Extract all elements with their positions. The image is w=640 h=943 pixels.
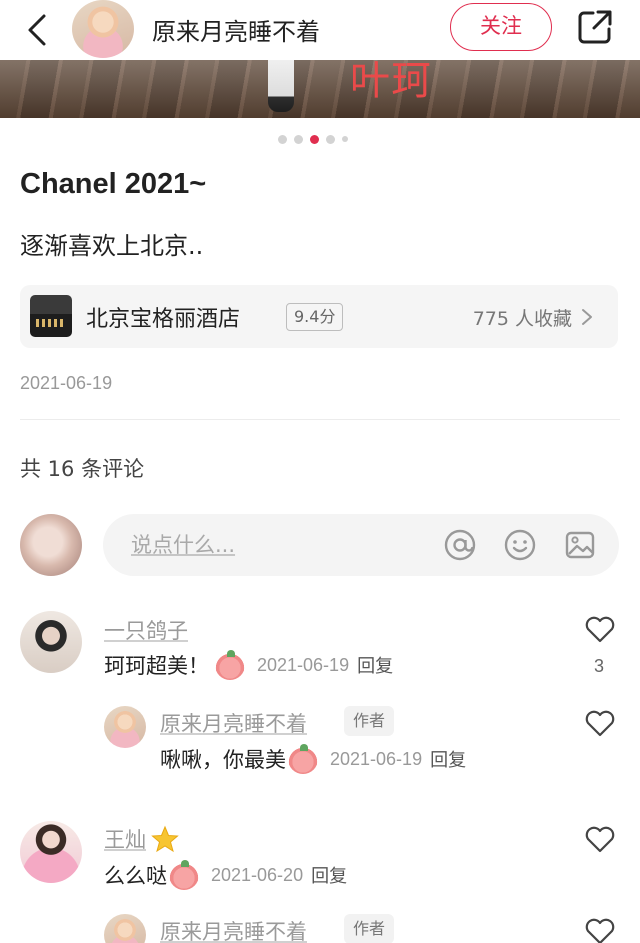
like-count: 3 (594, 656, 605, 676)
comment-text-row: 么么哒 2021-06-20 回复 (104, 860, 347, 890)
place-card[interactable]: 北京宝格丽酒店 9.4分 775 人收藏 (20, 285, 618, 348)
smiley-icon[interactable] (503, 528, 537, 562)
post-date: 2021-06-19 (20, 373, 113, 393)
comment-input-box[interactable] (103, 514, 619, 576)
top-bar: 原来月亮睡不着 关注 (0, 0, 640, 60)
place-thumbnail (30, 295, 72, 337)
reply-button[interactable]: 回复 (311, 862, 347, 888)
photo-watermark: 叶珂 (350, 58, 432, 104)
kiss-emoji-icon (169, 860, 199, 890)
author-avatar[interactable] (72, 0, 134, 58)
comment-text: 珂珂超美！ (104, 654, 209, 678)
follow-button[interactable]: 关注 (450, 3, 552, 51)
comment-date: 2021-06-19 (257, 654, 350, 675)
commenter-name[interactable]: 一只鸽子 (104, 615, 188, 645)
author-tag: 作者 (344, 706, 395, 736)
share-icon[interactable] (576, 8, 614, 46)
post-photo[interactable] (0, 60, 640, 118)
reply-date: 2021-06-19 (330, 748, 423, 769)
reply-avatar[interactable] (104, 914, 146, 943)
carousel-dot (294, 134, 303, 144)
commenter-name-row[interactable]: 王灿 (104, 824, 180, 854)
reply-button[interactable]: 回复 (357, 652, 393, 678)
back-arrow-icon[interactable] (22, 12, 52, 48)
kiss-emoji-icon (288, 744, 318, 774)
comment-count: 共 16 条评论 (20, 457, 145, 481)
at-icon[interactable] (443, 528, 477, 562)
place-name: 北京宝格丽酒店 (86, 307, 241, 332)
heart-icon[interactable] (584, 614, 616, 644)
place-favorites: 775 人收藏 (472, 308, 572, 330)
reply-author-name[interactable]: 原来月亮睡不着 (160, 708, 307, 738)
carousel-dot (326, 134, 335, 144)
comment-text-row: 珂珂超美！ 2021-06-19 回复 (104, 650, 393, 680)
reply-author-name[interactable]: 原来月亮睡不着 (160, 916, 307, 943)
reply-avatar[interactable] (104, 706, 146, 748)
commenter-name[interactable]: 王灿 (104, 824, 146, 854)
carousel-dot (278, 134, 287, 144)
reply-text: 啾啾，你最美 (160, 748, 286, 772)
kiss-emoji-icon (215, 650, 245, 680)
my-avatar (20, 514, 82, 576)
image-icon[interactable] (563, 528, 597, 562)
chevron-right-icon (582, 309, 592, 325)
comment-date: 2021-06-20 (211, 864, 304, 885)
post-title: Chanel 2021~ (20, 168, 207, 200)
heart-icon[interactable] (584, 824, 616, 854)
carousel-dot-active (310, 134, 319, 144)
commenter-avatar[interactable] (20, 611, 82, 673)
author-name[interactable]: 原来月亮睡不着 (152, 12, 320, 47)
reply-text-row: 啾啾，你最美 2021-06-19 回复 (160, 744, 466, 774)
carousel-indicator (278, 134, 348, 144)
author-tag: 作者 (344, 914, 395, 943)
heart-icon[interactable] (584, 708, 616, 738)
reply-button[interactable]: 回复 (430, 746, 466, 772)
place-score-badge: 9.4分 (286, 303, 344, 331)
divider (20, 419, 620, 420)
post-body: 逐渐喜欢上北京.. (20, 232, 204, 260)
commenter-avatar[interactable] (20, 821, 82, 883)
carousel-dot (342, 136, 348, 142)
comment-text: 么么哒 (104, 864, 167, 888)
star-badge-icon (151, 825, 179, 853)
heart-icon[interactable] (584, 916, 616, 943)
comment-input[interactable] (131, 528, 431, 562)
